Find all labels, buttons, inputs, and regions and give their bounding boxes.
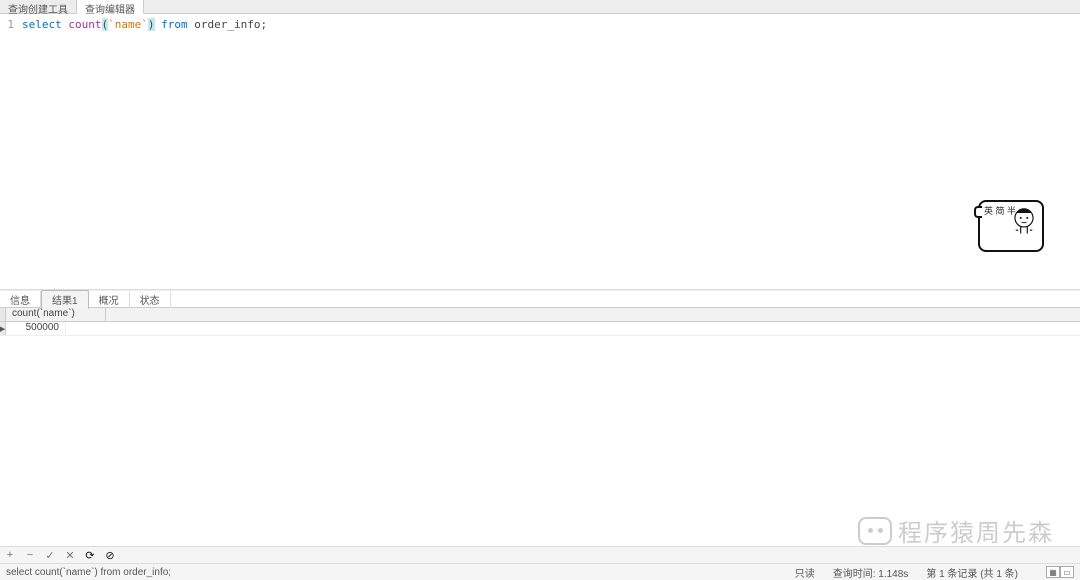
grid-view-icon[interactable]: ▦ (1046, 566, 1060, 578)
result-tab-bar: 信息 结果1 概况 状态 (0, 291, 1080, 308)
status-query-time: 查询时间: 1.148s (833, 565, 909, 580)
status-sql: select count(`name`) from order_info; (6, 567, 795, 578)
line-gutter: 1 (0, 14, 18, 289)
col-backtick2: ` (141, 18, 148, 31)
sql-editor[interactable]: 1 select count(`name`) from order_info; (0, 14, 1080, 289)
cell-value[interactable]: 500000 (6, 322, 66, 335)
form-view-icon[interactable]: ▭ (1060, 566, 1074, 578)
line-number: 1 (0, 18, 14, 31)
status-readonly: 只读 (795, 565, 815, 580)
col-name: name (115, 18, 142, 31)
kw-from: from (161, 18, 188, 31)
watermark: 程序猿周先森 (858, 513, 1054, 548)
tab-result1[interactable]: 结果1 (41, 290, 89, 309)
status-bar: select count(`name`) from order_info; 只读… (0, 563, 1080, 580)
refresh-button[interactable]: ⟳ (84, 549, 96, 562)
tab-profile[interactable]: 概况 (89, 291, 130, 308)
tab-query-editor[interactable]: 查询编辑器 (77, 0, 144, 14)
sticker-widget: 英 简 半 ♥ (978, 200, 1044, 252)
paren-close: ) (148, 18, 155, 31)
kw-select: select (22, 18, 62, 31)
sticker-face-icon (1010, 208, 1038, 236)
col-header[interactable]: count(`name`) (6, 308, 106, 321)
semicolon: ; (260, 18, 267, 31)
tab-query-builder[interactable]: 查询创建工具 (0, 0, 77, 13)
add-row-button[interactable]: + (4, 549, 16, 561)
status-records: 第 1 条记录 (共 1 条) (926, 565, 1018, 580)
col-backtick: ` (108, 18, 115, 31)
fn-count: count (68, 18, 101, 31)
cancel-button[interactable]: ✕ (64, 549, 76, 562)
top-tab-bar: 查询创建工具 查询编辑器 (0, 0, 1080, 14)
wechat-icon (858, 517, 892, 545)
grid-header: count(`name`) (0, 308, 1080, 322)
table-name: order_info (194, 18, 260, 31)
tab-info[interactable]: 信息 (0, 291, 41, 308)
code-line[interactable]: select count(`name`) from order_info; (18, 14, 267, 289)
sticker-tab-icon (974, 206, 982, 218)
table-row[interactable]: ▶ 500000 (0, 322, 1080, 336)
delete-row-button[interactable]: − (24, 549, 36, 561)
watermark-text: 程序猿周先森 (898, 513, 1054, 548)
tab-status[interactable]: 状态 (130, 291, 171, 308)
apply-button[interactable]: ✓ (44, 549, 56, 562)
grid-toolbar: + − ✓ ✕ ⟳ ⊘ (0, 546, 1080, 563)
stop-button[interactable]: ⊘ (104, 549, 116, 562)
